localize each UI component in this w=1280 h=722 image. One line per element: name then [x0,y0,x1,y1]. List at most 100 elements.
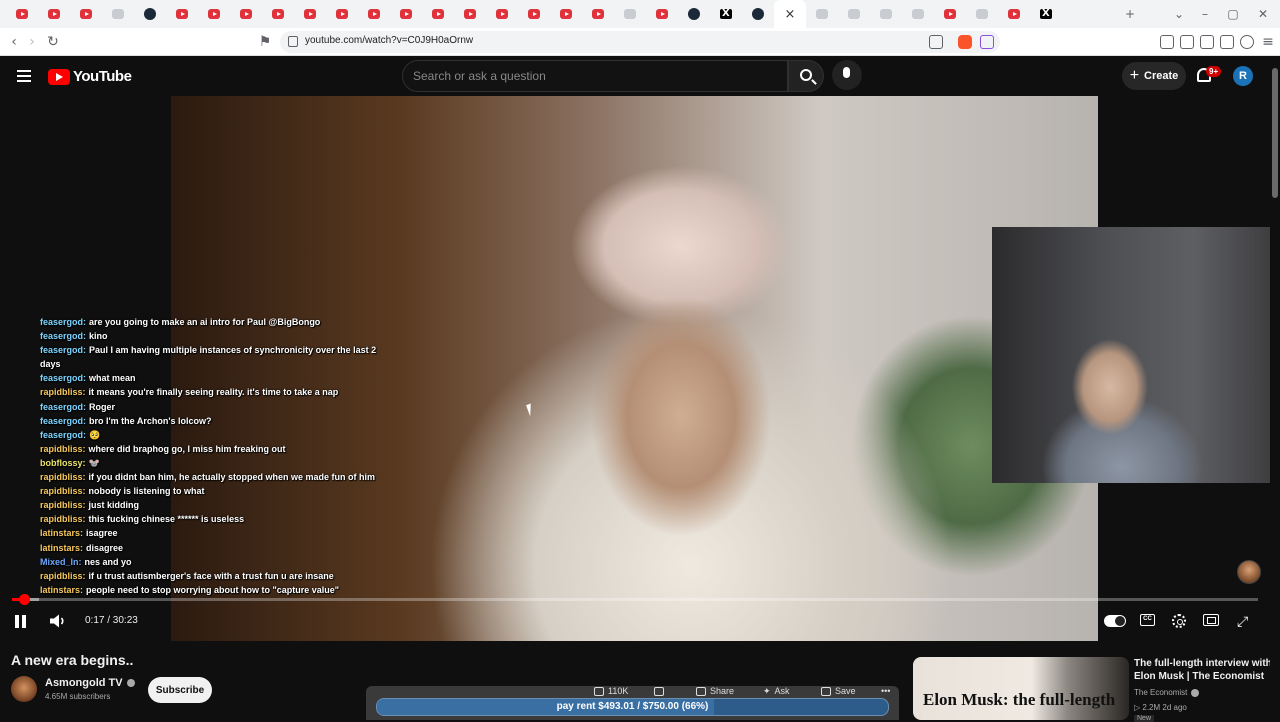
channel-name-row[interactable]: Asmongold TV [45,677,135,689]
sidebar-icon[interactable] [1180,35,1194,49]
browser-tab[interactable] [422,0,454,28]
browser-tab[interactable] [902,0,934,28]
browser-tab[interactable] [742,0,774,28]
ask-label: Ask [774,686,790,696]
browser-tab[interactable] [358,0,390,28]
create-button[interactable]: + Create [1122,62,1186,90]
search-button[interactable] [788,60,824,92]
page-scrollbar[interactable] [1270,56,1280,720]
browser-tab[interactable] [838,0,870,28]
channel-watermark[interactable] [1237,560,1261,584]
maximize-icon[interactable]: ▢ [1220,0,1246,28]
other-favicon-icon [816,9,828,19]
share-button[interactable]: Share [696,686,734,697]
brave-shield-icon[interactable] [958,35,972,49]
browser-tab[interactable] [518,0,550,28]
browser-tab[interactable] [934,0,966,28]
tab-search-icon[interactable]: ⌄ [1166,0,1192,28]
browser-tab[interactable] [166,0,198,28]
volume-icon[interactable] [49,614,67,628]
youtube-favicon-icon [528,9,540,19]
chat-text: nobody is listening to what [88,486,205,497]
wallet-icon[interactable] [1200,35,1214,49]
progress-bar[interactable] [12,594,1258,605]
recommended-thumbnail[interactable]: Elon Musk: the full-length [913,657,1129,720]
browser-tab[interactable] [966,0,998,28]
recommended-channel[interactable]: The Economist [1134,688,1200,697]
theater-mode-icon[interactable] [1203,614,1219,626]
new-tab-button[interactable]: + [1117,0,1143,28]
fullscreen-icon[interactable]: ⤢ [1237,614,1248,630]
browser-tab[interactable] [614,0,646,28]
bookmark-icon[interactable]: ⚑ [255,32,275,52]
tab-close-icon[interactable]: × [785,7,796,22]
browser-tab[interactable] [294,0,326,28]
url-text[interactable]: youtube.com/watch?v=C0J9H0aOrnw [305,35,473,46]
browser-tab[interactable] [38,0,70,28]
scrollbar-thumb[interactable] [1272,68,1278,198]
site-info-icon[interactable] [288,36,298,47]
chat-username: Mixed_In: [40,556,82,567]
search-input[interactable] [413,69,773,83]
channel-name[interactable]: Asmongold TV [45,677,123,689]
vpn-icon[interactable] [1240,35,1254,49]
browser-menu-icon[interactable]: ≡ [1258,32,1278,52]
search-field[interactable] [402,60,788,92]
hamburger-menu-icon[interactable] [17,70,31,82]
leo-ai-icon[interactable] [1220,35,1234,49]
save-button[interactable]: Save [821,686,856,697]
omnibox[interactable]: youtube.com/watch?v=C0J9H0aOrnw [280,31,1000,53]
minimize-icon[interactable]: – [1192,0,1218,28]
voice-search-button[interactable] [832,60,862,90]
scrubber-handle[interactable] [18,594,30,605]
cast-icon[interactable] [929,35,943,49]
browser-tab[interactable] [262,0,294,28]
back-icon[interactable]: ‹ [4,32,24,52]
more-actions-icon[interactable]: ••• [881,686,890,696]
browser-tab[interactable] [998,0,1030,28]
settings-gear-icon[interactable] [1172,614,1186,628]
browser-tab-active[interactable]: × [774,0,806,28]
video-player[interactable]: feasergod: are you going to make an ai in… [0,96,1280,641]
browser-tab[interactable] [870,0,902,28]
browser-tab[interactable] [6,0,38,28]
brave-rewards-icon[interactable] [980,35,994,49]
browser-tab[interactable] [70,0,102,28]
like-button[interactable]: 110K [594,686,628,697]
browser-tab[interactable] [678,0,710,28]
captions-icon[interactable]: CC [1140,614,1155,626]
browser-tab[interactable] [454,0,486,28]
browser-tab[interactable] [390,0,422,28]
pause-icon[interactable] [15,615,27,628]
browser-tab[interactable] [198,0,230,28]
subscribe-button[interactable]: Subscribe [148,677,212,703]
browser-tab[interactable] [646,0,678,28]
reload-icon[interactable]: ↻ [43,32,63,52]
chat-username: rapidbliss: [40,500,86,511]
browser-tab[interactable] [102,0,134,28]
browser-tab[interactable] [582,0,614,28]
recommended-title[interactable]: The full-length interview with Elon Musk… [1134,657,1274,683]
youtube-logo[interactable]: YouTube [48,68,132,85]
address-bar-row: ‹ › ↻ ⚑ youtube.com/watch?v=C0J9H0aOrnw … [0,28,1280,56]
recommended-channel-name[interactable]: The Economist [1134,688,1187,697]
browser-tab[interactable] [134,0,166,28]
close-window-icon[interactable]: ✕ [1250,0,1276,28]
youtube-favicon-icon [944,9,956,19]
browser-tab[interactable] [230,0,262,28]
browser-tab[interactable] [550,0,582,28]
account-avatar[interactable]: R [1233,66,1253,86]
music-icon[interactable] [1160,35,1174,49]
reddit-favicon-icon [112,9,124,19]
browser-tab[interactable] [1030,0,1062,28]
ask-button[interactable]: ✦ Ask [763,686,790,697]
browser-tab[interactable] [806,0,838,28]
browser-tab[interactable] [486,0,518,28]
dislike-button[interactable] [654,686,668,697]
browser-tab[interactable] [710,0,742,28]
chat-message: feasergod: Roger [40,400,420,414]
autoplay-toggle[interactable] [1104,615,1126,627]
forward-icon[interactable]: › [22,32,42,52]
browser-tab[interactable] [326,0,358,28]
channel-avatar[interactable] [11,676,37,702]
